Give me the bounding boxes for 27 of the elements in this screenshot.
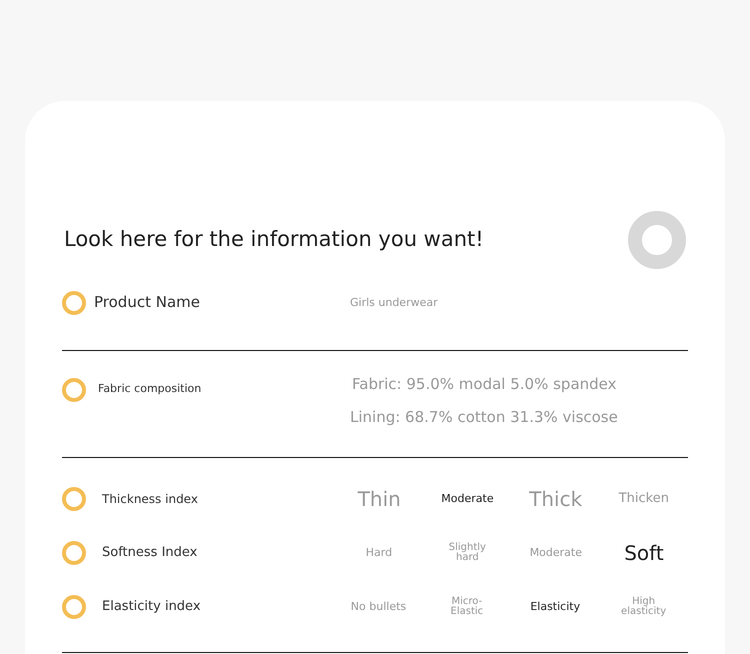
option-label: Moderate <box>528 547 584 559</box>
row-value: Girls underwear <box>350 295 438 311</box>
option-label: Thick <box>528 488 584 510</box>
row-label: Fabric composition <box>98 381 202 397</box>
option-label: No bullets <box>350 601 408 613</box>
row-value: Fabric: 95.0% modal 5.0% spandex <box>352 374 618 395</box>
option-label: Micro-Elastic <box>450 596 484 618</box>
option-label: High elasticity <box>620 596 668 618</box>
ring-icon <box>62 487 86 511</box>
ring-icon <box>62 378 86 402</box>
row-label: Elasticity index <box>102 598 201 616</box>
ring-icon <box>628 211 686 269</box>
ring-icon <box>62 541 86 565</box>
option-label: Thicken <box>618 492 670 506</box>
option-label: Slightly hard <box>448 542 487 564</box>
row-label: Product Name <box>94 292 200 313</box>
heading: Look here for the information you want! <box>64 226 484 254</box>
row-value: Lining: 68.7% cotton 31.3% viscose <box>350 406 618 428</box>
option-label: Elasticity <box>529 601 582 613</box>
option-label: Thin <box>356 488 402 510</box>
row-label: Thickness index <box>102 491 198 508</box>
ring-icon <box>62 291 86 315</box>
ring-icon <box>62 595 86 619</box>
option-label: Soft <box>623 542 665 564</box>
row-label: Softness Index <box>102 544 198 562</box>
option-label: Moderate <box>440 493 495 505</box>
option-label: Hard <box>364 547 394 559</box>
